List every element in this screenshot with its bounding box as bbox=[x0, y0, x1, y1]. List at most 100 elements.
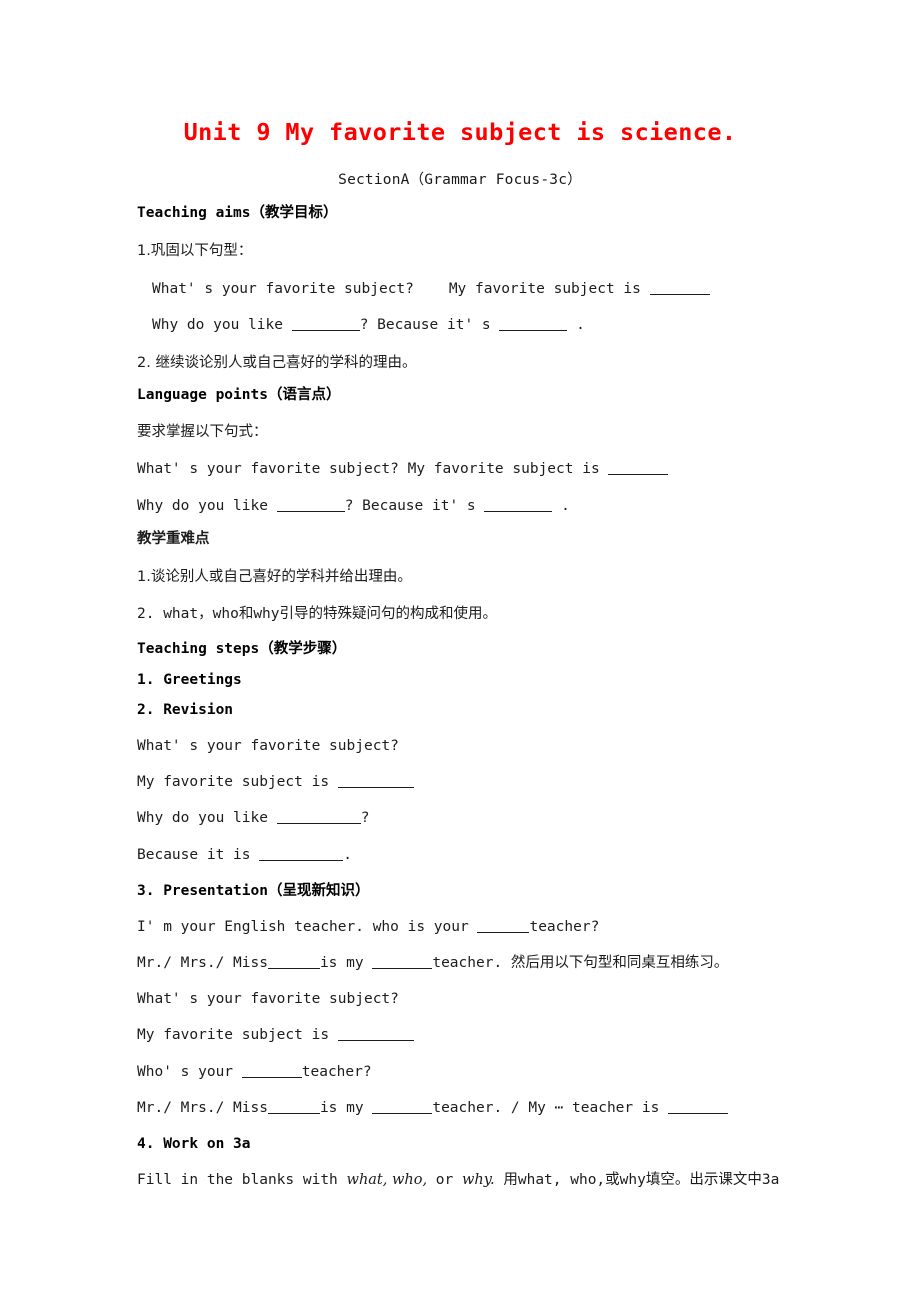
teaching-aims-item-2-text: 2. 继续谈论别人或自己喜好的学科的理由。 bbox=[137, 355, 417, 371]
document-page: Unit 9 My favorite subject is science. S… bbox=[0, 0, 920, 1302]
blank-field[interactable] bbox=[259, 847, 344, 861]
teaching-aims-sentence-1: What' s your favorite subject? My favori… bbox=[152, 280, 710, 298]
work-3a-en-2: why bbox=[619, 1172, 646, 1188]
teaching-aims-item-1-text: 1.巩固以下句型： bbox=[137, 243, 253, 259]
key-difficulties-item-2-cn2: 引导的特殊疑问句的构成和使用。 bbox=[279, 606, 498, 622]
blank-field[interactable] bbox=[291, 317, 360, 331]
work-3a-en-1: what, who, bbox=[517, 1172, 606, 1188]
blank-field[interactable] bbox=[649, 281, 710, 295]
presentation-line-6c: teacher. / My ⋯ teacher is bbox=[432, 1100, 660, 1116]
language-points-sentence-2: Why do you like ? Because it' s . bbox=[137, 497, 570, 515]
language-points-intro: 要求掌握以下句式： bbox=[137, 423, 268, 441]
blank-field[interactable] bbox=[477, 919, 530, 933]
presentation-line-3-text: What' s your favorite subject? bbox=[137, 991, 399, 1007]
revision-line-4b: . bbox=[343, 847, 352, 863]
blank-field[interactable] bbox=[267, 955, 320, 969]
blank-field[interactable] bbox=[337, 774, 414, 788]
work-3a-prefix: Fill in the blanks with bbox=[137, 1172, 338, 1188]
revision-line-3: Why do you like ? bbox=[137, 809, 369, 827]
presentation-line-4: My favorite subject is bbox=[137, 1026, 414, 1044]
work-on-3a-instruction: Fill in the blanks with what, who, or wh… bbox=[137, 1171, 779, 1189]
language-points-sentence-2a: Why do you like bbox=[137, 498, 268, 514]
language-points-intro-text: 要求掌握以下句式： bbox=[137, 424, 268, 440]
key-difficulties-item-1-text: 1.谈论别人或自己喜好的学科并给出理由。 bbox=[137, 569, 412, 585]
page-subtitle: SectionA（Grammar Focus-3c） bbox=[338, 172, 582, 188]
blank-field[interactable] bbox=[337, 1027, 414, 1041]
teaching-aims-item-2: 2. 继续谈论别人或自己喜好的学科的理由。 bbox=[137, 354, 416, 372]
heading-key-difficulties-text: 教学重难点 bbox=[137, 531, 210, 547]
page-title: Unit 9 My favorite subject is science. bbox=[183, 118, 737, 146]
step-2-revision: 2. Revision bbox=[137, 701, 233, 719]
work-3a-en-3: 3a bbox=[761, 1172, 780, 1188]
step-3-presentation: 3. Presentation（呈现新知识） bbox=[137, 882, 369, 900]
presentation-line-2b: is my bbox=[319, 955, 364, 971]
teaching-aims-item-1: 1.巩固以下句型： bbox=[137, 242, 252, 260]
blank-field[interactable] bbox=[372, 1100, 433, 1114]
presentation-line-6: Mr./ Mrs./ Miss is my teacher. / My ⋯ tea… bbox=[137, 1099, 729, 1117]
presentation-line-5b: teacher? bbox=[301, 1064, 372, 1080]
key-difficulties-item-2-en2: why bbox=[253, 606, 280, 622]
blank-field[interactable] bbox=[499, 317, 568, 331]
work-3a-cn-2: 或 bbox=[605, 1172, 620, 1188]
blank-field[interactable] bbox=[241, 1064, 302, 1078]
blank-field[interactable] bbox=[668, 1100, 729, 1114]
teaching-aims-sentence-2c: . bbox=[576, 317, 585, 333]
heading-language-points-text: Language points（语言点） bbox=[137, 387, 341, 403]
language-points-sentence-2b: ? Because it' s bbox=[344, 498, 476, 514]
presentation-line-4-text: My favorite subject is bbox=[137, 1027, 330, 1043]
blank-field[interactable] bbox=[484, 498, 553, 512]
presentation-line-6b: is my bbox=[319, 1100, 364, 1116]
heading-teaching-steps: Teaching steps（教学步骤） bbox=[137, 640, 346, 658]
revision-line-4: Because it is . bbox=[137, 846, 352, 864]
presentation-line-2: Mr./ Mrs./ Miss is my teacher. 然后用以下句型和同桌… bbox=[137, 954, 728, 972]
teaching-aims-sentence-1a: What' s your favorite subject? bbox=[152, 281, 414, 297]
presentation-line-5a: Who' s your bbox=[137, 1064, 234, 1080]
language-points-sentence-1: What' s your favorite subject? My favori… bbox=[137, 460, 669, 478]
work-3a-italic-why: why. bbox=[462, 1172, 495, 1188]
heading-language-points: Language points（语言点） bbox=[137, 386, 340, 404]
heading-teaching-aims: Teaching aims（教学目标） bbox=[137, 204, 338, 222]
work-3a-italic-what-who: what, who, bbox=[346, 1172, 428, 1188]
blank-field[interactable] bbox=[276, 810, 361, 824]
blank-field[interactable] bbox=[608, 461, 669, 475]
key-difficulties-item-2-num: 2. bbox=[137, 606, 155, 622]
teaching-aims-sentence-2b: ? Because it' s bbox=[359, 317, 491, 333]
presentation-line-2-cn: 然后用以下句型和同桌互相练习。 bbox=[510, 955, 729, 971]
work-3a-or: or bbox=[435, 1172, 454, 1188]
blank-field[interactable] bbox=[276, 498, 345, 512]
key-difficulties-item-2: 2. what，who和why引导的特殊疑问句的构成和使用。 bbox=[137, 605, 497, 623]
revision-line-1: What' s your favorite subject? bbox=[137, 737, 399, 755]
teaching-aims-sentence-2: Why do you like ? Because it' s . bbox=[152, 316, 585, 334]
step-2-revision-text: 2. Revision bbox=[137, 702, 234, 718]
teaching-aims-sentence-2a: Why do you like bbox=[152, 317, 283, 333]
step-4-work-on-3a: 4. Work on 3a bbox=[137, 1135, 251, 1153]
key-difficulties-item-2-cn1: 和 bbox=[238, 606, 254, 622]
work-3a-cn-3: 填空。出示课文中 bbox=[645, 1172, 762, 1188]
language-points-sentence-2c: . bbox=[561, 498, 570, 514]
presentation-line-5: Who' s your teacher? bbox=[137, 1063, 372, 1081]
revision-line-3a: Why do you like bbox=[137, 810, 268, 826]
revision-line-4a: Because it is bbox=[137, 847, 251, 863]
blank-field[interactable] bbox=[372, 955, 433, 969]
language-points-sentence-1-text: What' s your favorite subject? My favori… bbox=[137, 461, 600, 477]
revision-line-1-text: What' s your favorite subject? bbox=[137, 738, 399, 754]
key-difficulties-item-1: 1.谈论别人或自己喜好的学科并给出理由。 bbox=[137, 568, 412, 586]
step-1-greetings-text: 1. Greetings bbox=[137, 672, 242, 688]
presentation-line-2a: Mr./ Mrs./ Miss bbox=[137, 955, 268, 971]
heading-key-difficulties: 教学重难点 bbox=[137, 530, 210, 548]
step-4-work-on-3a-text: 4. Work on 3a bbox=[137, 1136, 251, 1152]
heading-teaching-steps-text: Teaching steps（教学步骤） bbox=[137, 641, 347, 657]
presentation-line-2c: teacher. bbox=[432, 955, 503, 971]
blank-field[interactable] bbox=[267, 1100, 320, 1114]
work-3a-cn-1: 用 bbox=[503, 1172, 518, 1188]
presentation-line-6a: Mr./ Mrs./ Miss bbox=[137, 1100, 268, 1116]
revision-line-3b: ? bbox=[360, 810, 370, 826]
key-difficulties-item-2-en1: what，who bbox=[163, 606, 239, 622]
presentation-line-1a: I' m your English teacher. who is your bbox=[137, 919, 469, 935]
presentation-line-3: What' s your favorite subject? bbox=[137, 990, 399, 1008]
revision-line-2: My favorite subject is bbox=[137, 773, 414, 791]
teaching-aims-sentence-1b: My favorite subject is bbox=[448, 281, 641, 297]
revision-line-2-text: My favorite subject is bbox=[137, 774, 330, 790]
presentation-line-1b: teacher? bbox=[529, 919, 600, 935]
presentation-line-1: I' m your English teacher. who is your t… bbox=[137, 918, 599, 936]
